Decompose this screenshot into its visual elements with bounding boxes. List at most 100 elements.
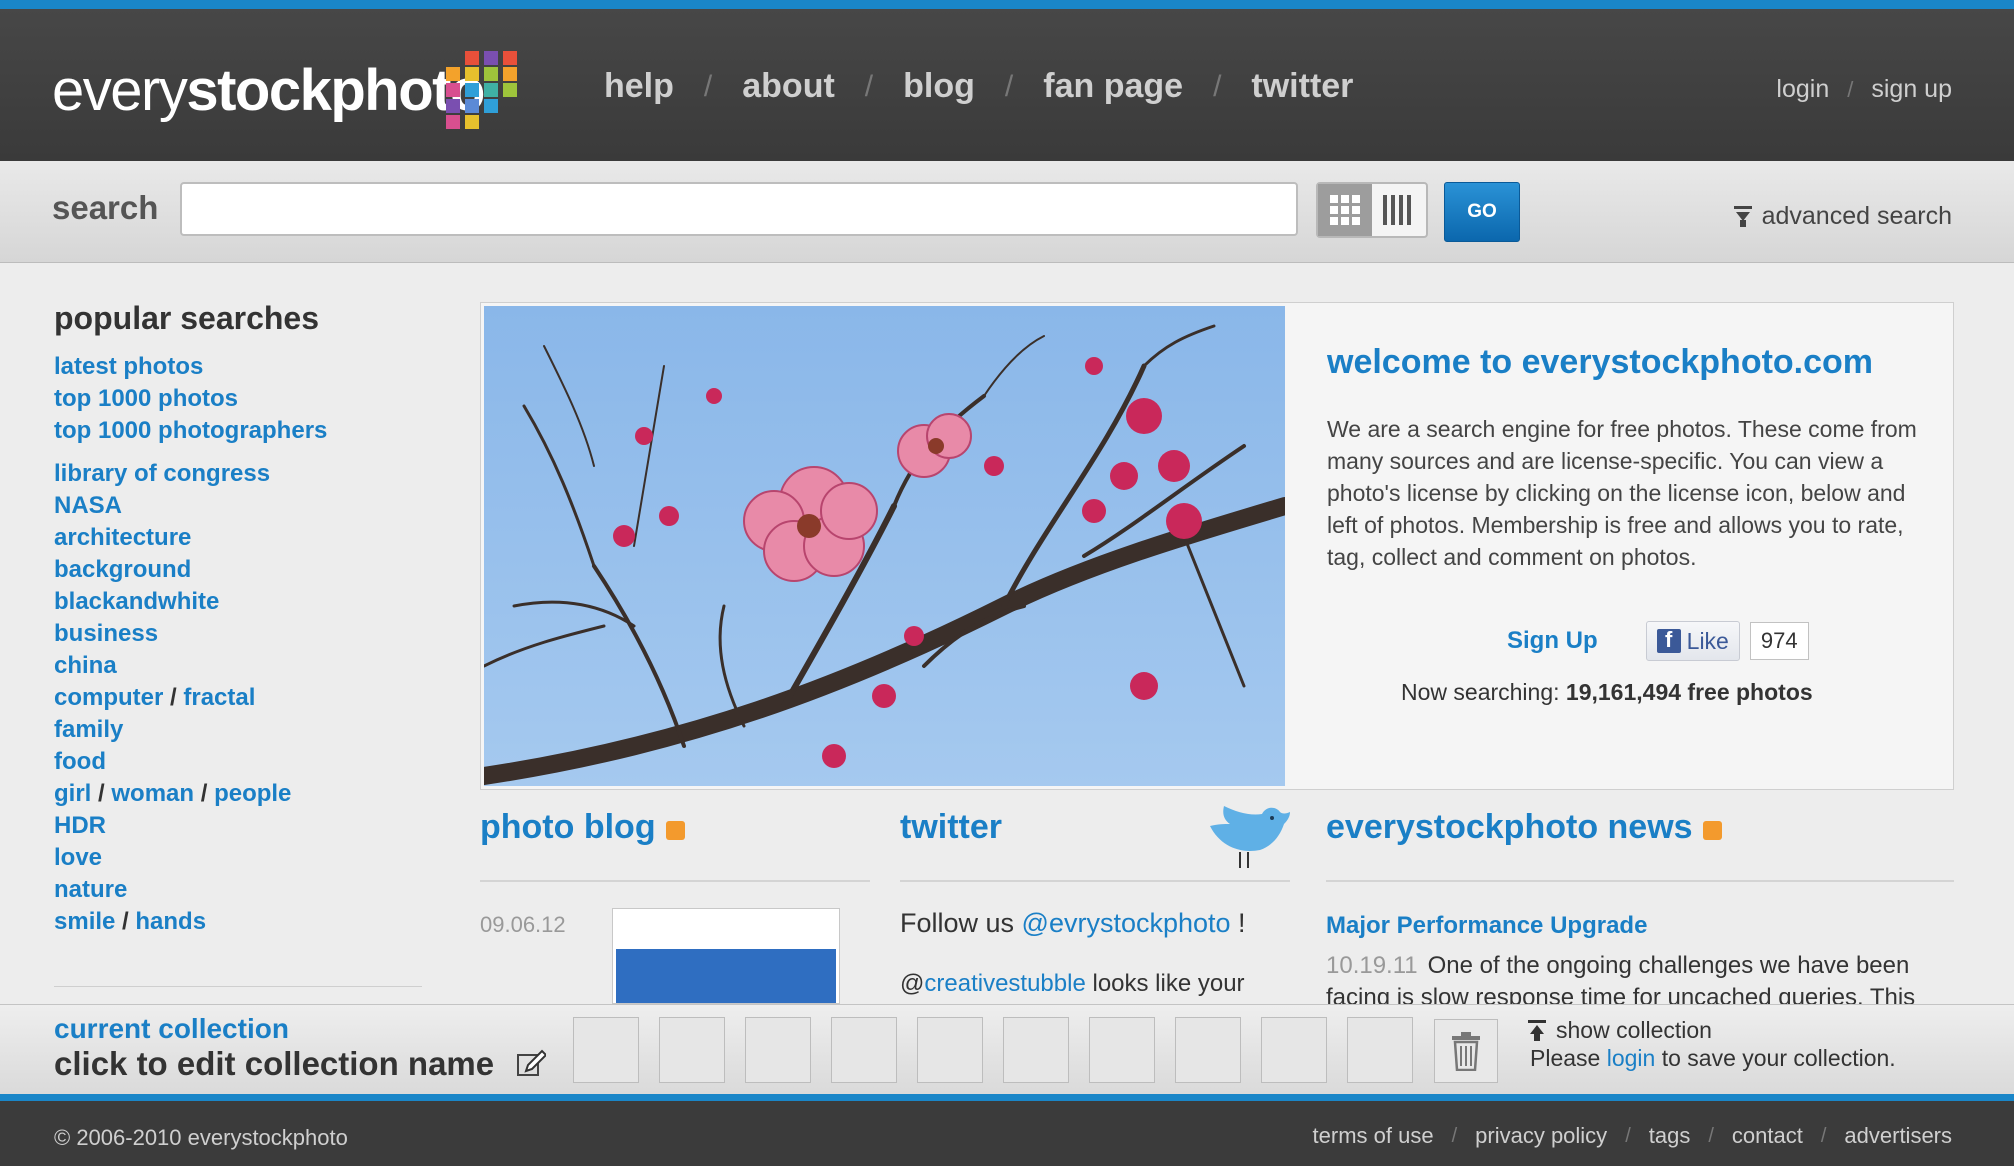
collection-slot[interactable] xyxy=(831,1017,897,1083)
nav-blog[interactable]: blog xyxy=(903,67,975,106)
search-link-background[interactable]: background xyxy=(54,556,191,583)
collection-slot[interactable] xyxy=(1089,1017,1155,1083)
nav-separator: / xyxy=(1820,1124,1827,1147)
term-separator: / xyxy=(194,780,215,807)
facebook-like-button[interactable]: f Like xyxy=(1645,621,1740,661)
plum-blossom-image xyxy=(484,324,1285,785)
search-link-latest-photos[interactable]: latest photos xyxy=(54,353,203,380)
search-link-nasa[interactable]: NASA xyxy=(54,492,122,519)
featured-photo[interactable] xyxy=(484,306,1285,786)
column-view-button[interactable] xyxy=(1372,184,1426,236)
twitter-handle-link[interactable]: @evrystockphoto xyxy=(1022,908,1231,938)
logo-square xyxy=(446,99,460,113)
sidebar-divider xyxy=(54,986,422,987)
search-link-architecture[interactable]: architecture xyxy=(54,524,191,551)
collection-slot[interactable] xyxy=(1175,1017,1241,1083)
collection-slot[interactable] xyxy=(1003,1017,1069,1083)
grid-view-button[interactable] xyxy=(1318,184,1372,236)
nav-help[interactable]: help xyxy=(604,67,674,106)
collection-slot[interactable] xyxy=(573,1017,639,1083)
twitter-title[interactable]: twitter xyxy=(900,808,1002,847)
search-link-hdr[interactable]: HDR xyxy=(54,812,106,839)
search-link-fractal[interactable]: fractal xyxy=(183,684,255,711)
welcome-panel: welcome to everystockphoto.com We are a … xyxy=(480,302,1954,790)
search-link-blackandwhite[interactable]: blackandwhite xyxy=(54,588,219,615)
search-link-girl[interactable]: girl xyxy=(54,780,91,807)
popular-search-item: nature xyxy=(54,874,424,906)
collection-slot[interactable] xyxy=(1261,1017,1327,1083)
news-divider xyxy=(1326,880,1954,882)
news-title[interactable]: everystockphoto news xyxy=(1326,808,1722,847)
grid-view-icon xyxy=(1330,195,1360,225)
logo-square xyxy=(484,99,498,113)
go-button[interactable]: GO xyxy=(1444,182,1520,242)
popular-search-item: top 1000 photographers xyxy=(54,415,424,447)
search-link-family[interactable]: family xyxy=(54,716,123,743)
search-link-business[interactable]: business xyxy=(54,620,158,647)
twitter-follow: Follow us @evrystockphoto ! xyxy=(900,908,1246,938)
popular-search-item: love xyxy=(54,842,424,874)
collection-name[interactable]: click to edit collection name xyxy=(54,1045,547,1083)
search-link-smile[interactable]: smile xyxy=(54,908,115,935)
search-bar: search GO advanced search xyxy=(0,161,2014,263)
nav-about[interactable]: about xyxy=(742,67,835,106)
account-sign-up[interactable]: sign up xyxy=(1871,75,1952,104)
search-label: search xyxy=(52,189,159,226)
blog-divider xyxy=(480,880,870,882)
sign-up-link[interactable]: Sign Up xyxy=(1507,627,1598,655)
trash-button[interactable] xyxy=(1434,1019,1498,1083)
show-collection-toggle[interactable]: show collection xyxy=(1528,1017,1712,1044)
logo-square xyxy=(446,115,460,129)
search-link-woman[interactable]: woman xyxy=(111,780,194,807)
footer-terms-of-use[interactable]: terms of use xyxy=(1313,1123,1434,1149)
search-link-top-1000-photographers[interactable]: top 1000 photographers xyxy=(54,417,327,444)
footer-contact[interactable]: contact xyxy=(1732,1123,1803,1149)
collection-slot[interactable] xyxy=(659,1017,725,1083)
search-link-library-of-congress[interactable]: library of congress xyxy=(54,460,270,487)
search-link-top-1000-photos[interactable]: top 1000 photos xyxy=(54,385,238,412)
photo-blog-title[interactable]: photo blog xyxy=(480,808,685,847)
view-toggle xyxy=(1316,182,1428,238)
term-separator: / xyxy=(115,908,136,935)
logo-square xyxy=(503,51,517,65)
logo-square xyxy=(484,51,498,65)
advanced-search-link[interactable]: advanced search xyxy=(1733,202,1952,231)
search-input[interactable] xyxy=(180,182,1298,236)
tweet-mention-link[interactable]: creativestubble xyxy=(924,970,1085,997)
term-separator: / xyxy=(91,780,112,807)
logo-square xyxy=(446,83,460,97)
search-link-computer[interactable]: computer xyxy=(54,684,163,711)
search-link-hands[interactable]: hands xyxy=(135,908,206,935)
footer-tags[interactable]: tags xyxy=(1649,1123,1691,1149)
trash-icon xyxy=(1452,1032,1480,1071)
search-link-nature[interactable]: nature xyxy=(54,876,127,903)
blog-post-thumbnail[interactable] xyxy=(612,908,840,1004)
collection-slot[interactable] xyxy=(1347,1017,1413,1083)
search-link-people[interactable]: people xyxy=(214,780,291,807)
search-link-china[interactable]: china xyxy=(54,652,117,679)
account-login[interactable]: login xyxy=(1776,75,1829,104)
collection-slots xyxy=(573,1017,1433,1083)
logo-square xyxy=(503,83,517,97)
twitter-bird-icon xyxy=(1210,806,1290,868)
latest-tweet: @creativestubble looks like your xyxy=(900,970,1245,997)
news-item-title[interactable]: Major Performance Upgrade xyxy=(1326,912,1647,940)
list-gap xyxy=(54,447,424,458)
search-link-love[interactable]: love xyxy=(54,844,102,871)
nav-fan-page[interactable]: fan page xyxy=(1043,67,1183,106)
nav-separator: / xyxy=(1004,69,1014,103)
collection-bar: current collection click to edit collect… xyxy=(0,1004,2014,1094)
rss-icon[interactable] xyxy=(1702,821,1722,840)
footer-advertisers[interactable]: advertisers xyxy=(1844,1123,1952,1149)
logo-squares-icon xyxy=(446,51,546,131)
rss-icon[interactable] xyxy=(665,821,685,840)
login-link[interactable]: login xyxy=(1607,1045,1656,1071)
collection-slot[interactable] xyxy=(917,1017,983,1083)
arrow-up-icon xyxy=(1528,1019,1546,1041)
search-link-food[interactable]: food xyxy=(54,748,106,775)
logo-square xyxy=(465,99,479,113)
footer-privacy-policy[interactable]: privacy policy xyxy=(1475,1123,1607,1149)
nav-twitter[interactable]: twitter xyxy=(1251,67,1353,106)
logo-square xyxy=(484,83,498,97)
collection-slot[interactable] xyxy=(745,1017,811,1083)
